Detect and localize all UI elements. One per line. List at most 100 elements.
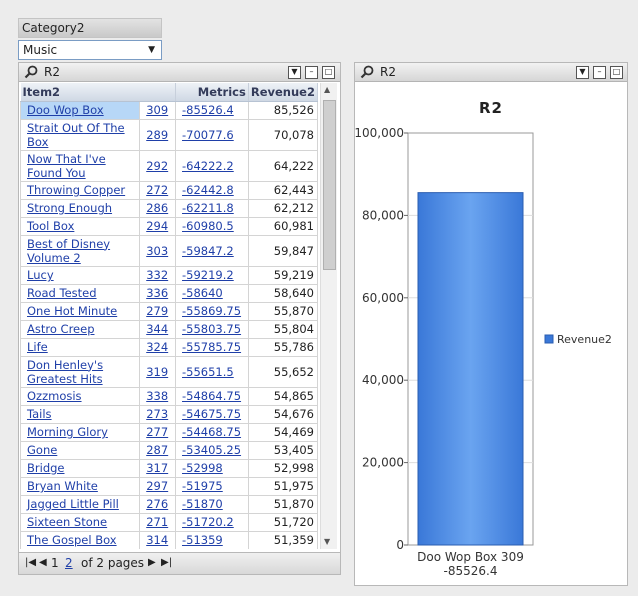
item-link[interactable]: One Hot Minute	[27, 304, 117, 318]
table-row[interactable]: Now That I've Found You 292 -64222.2 64,222	[20, 149, 319, 182]
metric-link[interactable]: -85526.4	[182, 103, 234, 117]
metric-link[interactable]: -55785.75	[182, 340, 241, 354]
metric-link[interactable]: -64222.2	[182, 159, 234, 173]
vertical-scrollbar[interactable]: ▲ ▼	[320, 83, 337, 549]
item-link[interactable]: Best of Disney Volume 2	[27, 237, 110, 265]
minimize-icon[interactable]: –	[593, 66, 606, 79]
magnifier-icon[interactable]	[24, 65, 38, 79]
magnifier-icon[interactable]	[360, 65, 374, 79]
table-row[interactable]: Don Henley's Greatest Hits 319 -55651.5 55,…	[20, 355, 319, 388]
item-link[interactable]: Road Tested	[27, 286, 97, 300]
id-link[interactable]: 289	[146, 128, 168, 142]
metric-link[interactable]: -53405.25	[182, 443, 241, 457]
metric-link[interactable]: -62442.8	[182, 183, 234, 197]
id-link[interactable]: 338	[146, 389, 168, 403]
column-header-metrics[interactable]: Metrics	[175, 83, 249, 102]
table-row[interactable]: Strong Enough 286 -62211.8 62,212	[20, 198, 319, 218]
next-page-icon[interactable]: ▶	[148, 553, 156, 573]
item-link[interactable]: Doo Wop Box	[27, 103, 104, 117]
item-link[interactable]: Throwing Copper	[27, 183, 125, 197]
page-link-current[interactable]: 2	[65, 553, 73, 573]
id-link[interactable]: 319	[146, 365, 168, 379]
metric-link[interactable]: -51720.2	[182, 515, 234, 529]
id-link[interactable]: 332	[146, 268, 168, 282]
id-link[interactable]: 297	[146, 479, 168, 493]
item-link[interactable]: Now That I've Found You	[27, 152, 106, 180]
item-link[interactable]: Ozzmosis	[27, 389, 82, 403]
table-row[interactable]: Astro Creep 344 -55803.75 55,804	[20, 319, 319, 339]
item-link[interactable]: Strait Out Of The Box	[27, 121, 125, 149]
item-link[interactable]: Morning Glory	[27, 425, 108, 439]
item-link[interactable]: Don Henley's Greatest Hits	[27, 358, 103, 386]
metric-link[interactable]: -54864.75	[182, 389, 241, 403]
metric-link[interactable]: -51359	[182, 533, 223, 547]
scroll-up-icon[interactable]: ▲	[324, 85, 330, 94]
id-link[interactable]: 294	[146, 219, 168, 233]
metric-link[interactable]: -62211.8	[182, 201, 234, 215]
metric-link[interactable]: -70077.6	[182, 128, 234, 142]
table-row[interactable]: Lucy 332 -59219.2 59,219	[20, 265, 319, 285]
metric-link[interactable]: -55651.5	[182, 365, 234, 379]
table-row[interactable]: Road Tested 336 -58640 58,640	[20, 283, 319, 303]
first-page-icon[interactable]: |◀	[25, 553, 36, 573]
table-row[interactable]: One Hot Minute 279 -55869.75 55,870	[20, 301, 319, 321]
id-link[interactable]: 336	[146, 286, 168, 300]
item-link[interactable]: Lucy	[27, 268, 54, 282]
metric-link[interactable]: -54468.75	[182, 425, 241, 439]
id-link[interactable]: 279	[146, 304, 168, 318]
id-link[interactable]: 314	[146, 533, 168, 547]
metric-link[interactable]: -60980.5	[182, 219, 234, 233]
metric-link[interactable]: -51870	[182, 497, 223, 511]
item-link[interactable]: Jagged Little Pill	[27, 497, 119, 511]
metric-link[interactable]: -51975	[182, 479, 223, 493]
id-link[interactable]: 277	[146, 425, 168, 439]
item-link[interactable]: Astro Creep	[27, 322, 95, 336]
id-link[interactable]: 292	[146, 159, 168, 173]
metric-link[interactable]: -55869.75	[182, 304, 241, 318]
panel-menu-icon[interactable]: ▼	[288, 66, 301, 79]
id-link[interactable]: 271	[146, 515, 168, 529]
id-link[interactable]: 344	[146, 322, 168, 336]
metric-link[interactable]: -59219.2	[182, 268, 234, 282]
table-row[interactable]: Throwing Copper 272 -62442.8 62,443	[20, 180, 319, 200]
item-link[interactable]: Bryan White	[27, 479, 98, 493]
column-header-item2[interactable]: Item2	[20, 83, 177, 102]
column-header-revenue2[interactable]: Revenue2	[248, 83, 319, 102]
table-row[interactable]: Ozzmosis 338 -54864.75 54,865	[20, 386, 319, 406]
id-link[interactable]: 317	[146, 461, 168, 475]
item-link[interactable]: The Gospel Box	[27, 533, 117, 547]
item-link[interactable]: Life	[27, 340, 48, 354]
maximize-icon[interactable]: □	[322, 66, 335, 79]
panel-menu-icon[interactable]: ▼	[576, 66, 589, 79]
id-link[interactable]: 303	[146, 244, 168, 258]
scroll-thumb[interactable]	[323, 100, 336, 270]
table-row[interactable]: Tool Box 294 -60980.5 60,981	[20, 216, 319, 236]
table-row[interactable]: Morning Glory 277 -54468.75 54,469	[20, 422, 319, 442]
item-link[interactable]: Strong Enough	[27, 201, 112, 215]
table-row[interactable]: Bridge 317 -52998 52,998	[20, 458, 319, 478]
table-row[interactable]: Strait Out Of The Box 289 -70077.6 70,078	[20, 118, 319, 151]
metric-link[interactable]: -59847.2	[182, 244, 234, 258]
scroll-down-icon[interactable]: ▼	[324, 537, 330, 546]
id-link[interactable]: 286	[146, 201, 168, 215]
metric-link[interactable]: -58640	[182, 286, 223, 300]
category-select[interactable]: Music ▼	[18, 40, 162, 60]
table-row[interactable]: Bryan White 297 -51975 51,975	[20, 476, 319, 496]
metric-link[interactable]: -52998	[182, 461, 223, 475]
metric-link[interactable]: -54675.75	[182, 407, 241, 421]
id-link[interactable]: 273	[146, 407, 168, 421]
id-link[interactable]: 309	[146, 103, 168, 117]
item-link[interactable]: Gone	[27, 443, 57, 457]
prev-page-icon[interactable]: ◀	[39, 553, 47, 573]
minimize-icon[interactable]: –	[305, 66, 318, 79]
table-row[interactable]: Jagged Little Pill 276 -51870 51,870	[20, 494, 319, 514]
table-row[interactable]: The Gospel Box 314 -51359 51,359	[20, 530, 319, 549]
metric-link[interactable]: -55803.75	[182, 322, 241, 336]
id-link[interactable]: 287	[146, 443, 168, 457]
id-link[interactable]: 272	[146, 183, 168, 197]
item-link[interactable]: Sixteen Stone	[27, 515, 107, 529]
table-row[interactable]: Doo Wop Box 309 -85526.4 85,526	[20, 100, 319, 120]
page-link-first[interactable]: 1	[51, 553, 59, 573]
maximize-icon[interactable]: □	[610, 66, 623, 79]
table-row[interactable]: Tails 273 -54675.75 54,676	[20, 404, 319, 424]
